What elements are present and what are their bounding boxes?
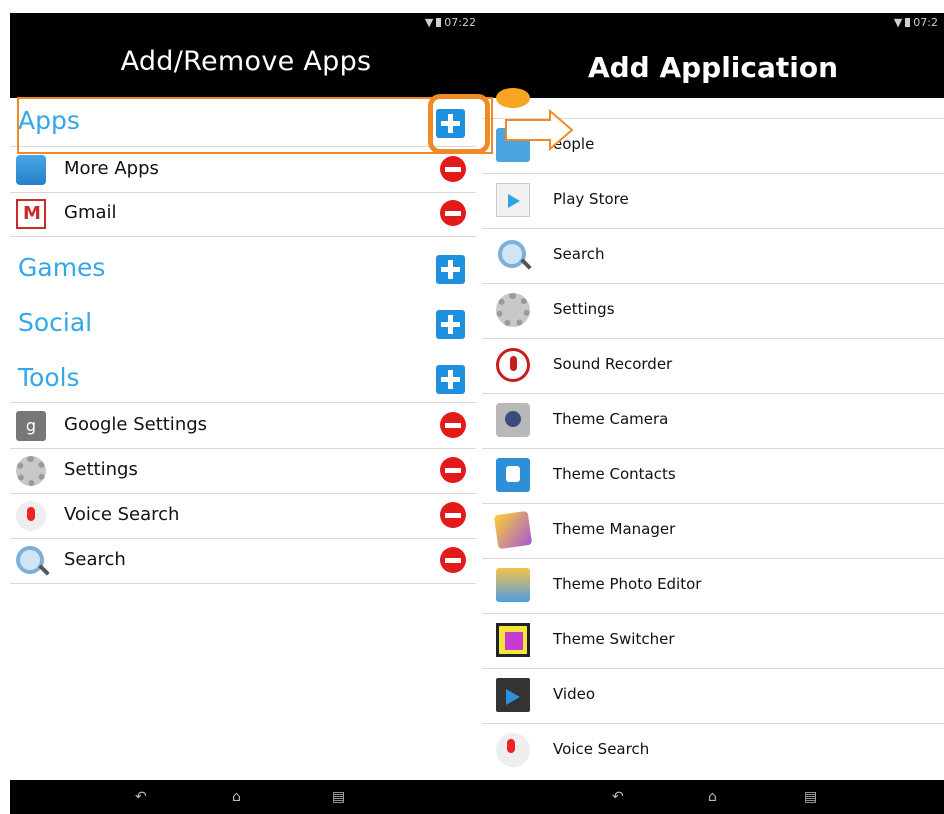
- highlight-add-button: [428, 94, 490, 154]
- gear-icon: [496, 293, 530, 327]
- category-social: Social: [18, 308, 93, 337]
- gear-icon: [16, 456, 46, 486]
- app-label: Sound Recorder: [553, 355, 673, 373]
- list-item[interactable]: Video: [482, 668, 944, 724]
- app-label: Google Settings: [64, 414, 208, 435]
- remove-search-button[interactable]: [440, 547, 466, 573]
- back-icon[interactable]: ↶: [135, 789, 147, 805]
- video-icon: [496, 678, 530, 712]
- list-item: Search: [10, 538, 476, 584]
- category-tools: Tools: [18, 363, 80, 392]
- add-games-button[interactable]: [436, 255, 465, 284]
- navigation-bar: ↶ ⌂ ▤: [482, 780, 944, 814]
- title-bar: ▼ 07:2 Add Application: [482, 13, 944, 98]
- theme-manager-icon: [493, 510, 533, 550]
- app-label: Theme Manager: [553, 520, 676, 538]
- magnifier-icon: [498, 240, 526, 268]
- list-item[interactable]: Play Store: [482, 173, 944, 229]
- app-label: Play Store: [553, 190, 629, 208]
- list-item[interactable]: Settings: [482, 283, 944, 339]
- list-item[interactable]: Voice Search: [482, 723, 944, 778]
- battery-icon: [436, 18, 442, 27]
- app-label: Voice Search: [553, 740, 650, 758]
- magnifier-icon: [16, 546, 44, 574]
- app-label: Settings: [64, 459, 138, 480]
- wifi-icon: ▼: [893, 16, 903, 29]
- sound-recorder-icon: [496, 348, 530, 382]
- home-icon[interactable]: ⌂: [708, 789, 717, 805]
- back-icon[interactable]: ↶: [612, 789, 624, 805]
- app-label: Theme Contacts: [553, 465, 676, 483]
- app-label: Settings: [553, 300, 615, 318]
- list-item[interactable]: Theme Contacts: [482, 448, 944, 504]
- microphone-icon: [496, 733, 530, 767]
- list-item[interactable]: Theme Manager: [482, 503, 944, 559]
- camera-icon: [496, 403, 530, 437]
- recents-icon[interactable]: ▤: [332, 789, 345, 805]
- app-icon: [496, 88, 530, 108]
- microphone-icon: [16, 501, 46, 531]
- app-label: Search: [553, 245, 605, 263]
- highlight-box: [17, 97, 493, 154]
- title-bar: ▼ 07:22 Add/Remove Apps: [10, 13, 482, 98]
- list-item[interactable]: Sound Recorder: [482, 338, 944, 394]
- list-item[interactable]: Theme Camera: [482, 393, 944, 449]
- status-time: 07:22: [444, 16, 476, 29]
- app-label: Theme Switcher: [553, 630, 675, 648]
- navigation-bar: ↶ ⌂ ▤: [10, 780, 482, 814]
- list-item: Settings: [10, 448, 476, 494]
- app-label: Theme Photo Editor: [553, 575, 702, 593]
- status-time: 07:2: [913, 16, 938, 29]
- page-title: Add Application: [587, 51, 839, 84]
- add-social-button[interactable]: [436, 310, 465, 339]
- remove-settings-button[interactable]: [440, 457, 466, 483]
- remove-more-apps-button[interactable]: [440, 156, 466, 182]
- play-store-bag-icon: [16, 155, 46, 185]
- photo-editor-icon: [496, 568, 530, 602]
- gmail-icon: [16, 199, 46, 229]
- list-item: Voice Search: [10, 493, 476, 539]
- play-store-icon: [496, 183, 530, 217]
- google-settings-icon: g: [16, 411, 46, 441]
- add-tools-button[interactable]: [436, 365, 465, 394]
- app-label: Search: [64, 549, 126, 570]
- app-label: More Apps: [64, 158, 159, 179]
- remove-voice-search-button[interactable]: [440, 502, 466, 528]
- arrow-icon: [505, 108, 574, 152]
- app-label: Gmail: [64, 202, 117, 223]
- list-item[interactable]: Theme Switcher: [482, 613, 944, 669]
- page-title: Add/Remove Apps: [120, 46, 372, 77]
- home-icon[interactable]: ⌂: [232, 789, 241, 805]
- category-games: Games: [18, 253, 106, 282]
- list-item[interactable]: Theme Photo Editor: [482, 558, 944, 614]
- recents-icon[interactable]: ▤: [804, 789, 817, 805]
- status-bar: ▼ 07:22: [425, 16, 476, 29]
- app-label: Voice Search: [64, 504, 180, 525]
- list-item: Gmail: [10, 191, 476, 237]
- wifi-icon: ▼: [424, 16, 434, 29]
- battery-icon: [905, 18, 911, 27]
- app-label: Video: [553, 685, 596, 703]
- status-bar: ▼ 07:2: [894, 16, 938, 29]
- contacts-icon: [496, 458, 530, 492]
- theme-switcher-icon: [496, 623, 530, 657]
- list-item: g Google Settings: [10, 402, 476, 449]
- list-item[interactable]: Search: [482, 228, 944, 284]
- app-label: Theme Camera: [553, 410, 669, 428]
- remove-google-settings-button[interactable]: [440, 412, 466, 438]
- remove-gmail-button[interactable]: [440, 200, 466, 226]
